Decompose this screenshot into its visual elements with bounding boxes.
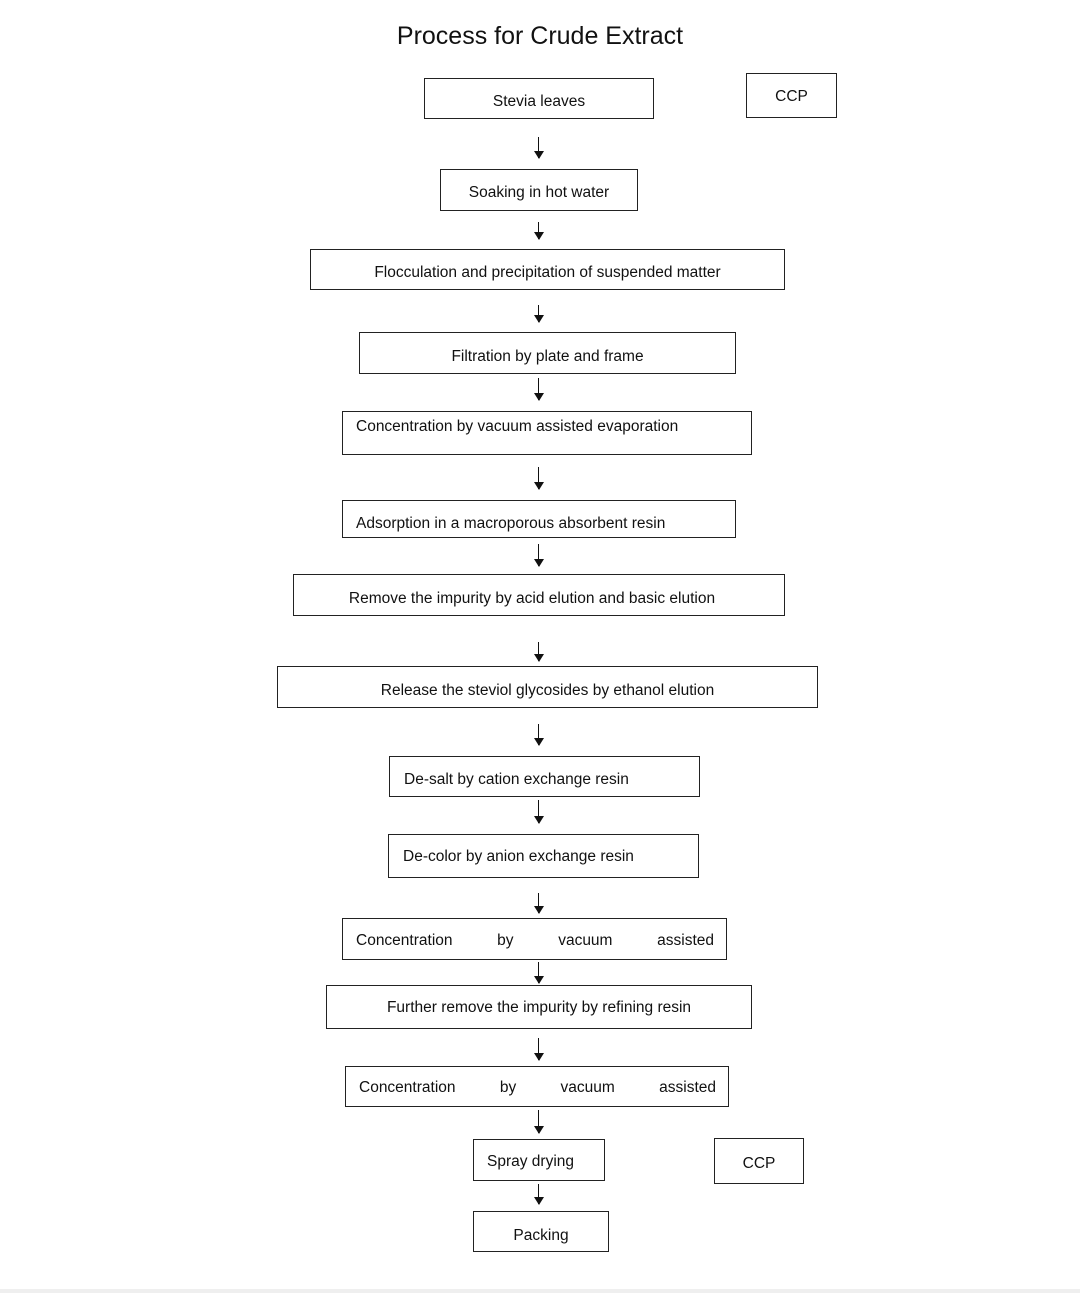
step-desalt: De-salt by cation exchange resin xyxy=(389,756,700,797)
step-label: Further remove the impurity by refining … xyxy=(386,999,692,1016)
step-label: Concentration by vacuum assisted xyxy=(359,1079,716,1096)
step-adsorption: Adsorption in a macroporous absorbent re… xyxy=(342,500,736,538)
diagram-title: Process for Crude Extract xyxy=(396,22,684,50)
arrow-down-icon xyxy=(532,137,546,159)
arrow-down-icon xyxy=(532,544,546,567)
step-label: De-color by anion exchange resin xyxy=(403,848,634,865)
step-label: Packing xyxy=(513,1227,569,1244)
step-soaking: Soaking in hot water xyxy=(440,169,638,211)
arrow-down-icon xyxy=(532,1184,546,1205)
arrow-down-icon xyxy=(532,800,546,824)
arrow-down-icon xyxy=(532,893,546,914)
arrow-down-icon xyxy=(532,1110,546,1134)
step-stevia-leaves: Stevia leaves xyxy=(424,78,654,119)
arrow-down-icon xyxy=(532,305,546,323)
arrow-down-icon xyxy=(532,222,546,240)
step-flocculation: Flocculation and precipitation of suspen… xyxy=(310,249,785,290)
step-packing: Packing xyxy=(473,1211,609,1252)
arrow-down-icon xyxy=(532,1038,546,1061)
step-label: Concentration by vacuum assisted evapora… xyxy=(356,418,679,435)
step-filtration: Filtration by plate and frame xyxy=(359,332,736,374)
step-label: Filtration by plate and frame xyxy=(451,348,644,365)
step-label: Remove the impurity by acid elution and … xyxy=(348,590,716,607)
step-spray-drying: Spray drying xyxy=(473,1139,605,1181)
step-label: Spray drying xyxy=(487,1153,575,1170)
step-label: Soaking in hot water xyxy=(468,184,610,201)
step-label: Flocculation and precipitation of suspen… xyxy=(374,264,721,281)
ccp-box-1: CCP xyxy=(746,73,837,118)
page-bottom-edge xyxy=(0,1289,1080,1293)
step-concentration-1: Concentration by vacuum assisted xyxy=(342,918,727,960)
arrow-down-icon xyxy=(532,467,546,490)
ccp-label: CCP xyxy=(775,88,808,105)
step-refining-resin: Further remove the impurity by refining … xyxy=(326,985,752,1029)
step-label: Release the steviol glycosides by ethano… xyxy=(380,682,715,699)
step-release-glycosides: Release the steviol glycosides by ethano… xyxy=(277,666,818,708)
arrow-down-icon xyxy=(532,378,546,401)
step-decolor: De-color by anion exchange resin xyxy=(388,834,699,878)
step-label: Stevia leaves xyxy=(492,93,586,110)
step-concentration-2: Concentration by vacuum assisted xyxy=(345,1066,729,1107)
arrow-down-icon xyxy=(532,962,546,984)
ccp-box-2: CCP xyxy=(714,1138,804,1184)
ccp-label: CCP xyxy=(742,1155,776,1172)
step-remove-impurity: Remove the impurity by acid elution and … xyxy=(293,574,785,616)
step-concentration-evaporation: Concentration by vacuum assisted evapora… xyxy=(342,411,752,455)
step-label: De-salt by cation exchange resin xyxy=(404,771,629,788)
arrow-down-icon xyxy=(532,724,546,746)
arrow-down-icon xyxy=(532,642,546,662)
step-label: Adsorption in a macroporous absorbent re… xyxy=(356,515,666,532)
step-label: Concentration by vacuum assisted xyxy=(356,932,714,949)
